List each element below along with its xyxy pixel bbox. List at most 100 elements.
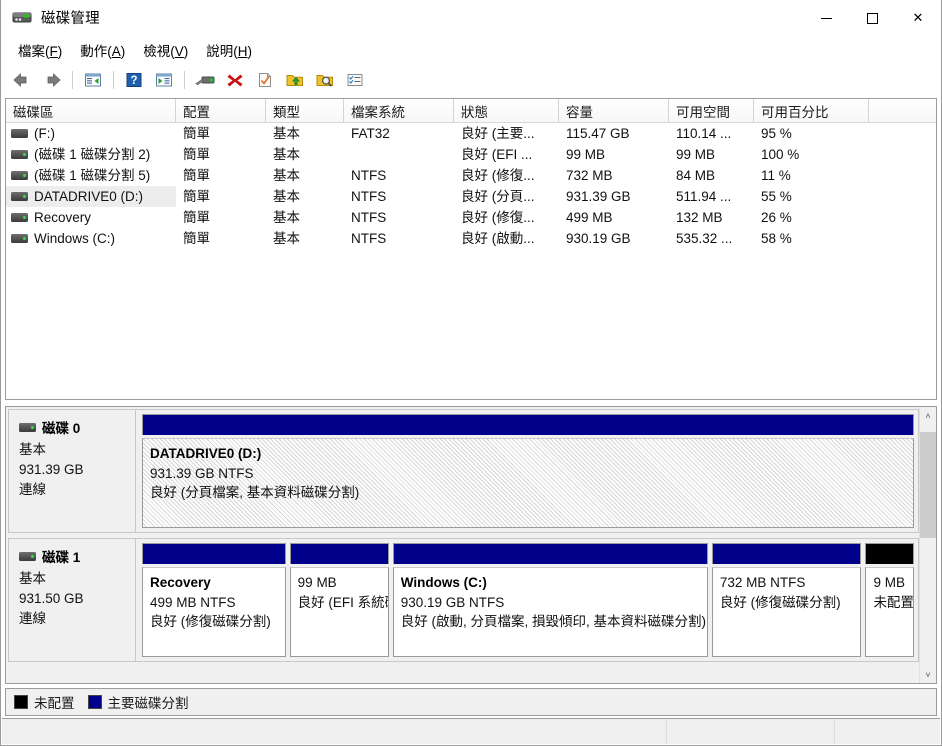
menu-item-file[interactable]: 檔案(F) [9,37,71,63]
cell-volume: Windows (C:) [6,228,176,249]
menu-item-action[interactable]: 動作(A) [71,37,134,63]
forward-button[interactable] [38,67,66,93]
cell-volume: Recovery [6,207,176,228]
delete-button[interactable] [221,67,249,93]
datadrive0-partition[interactable]: DATADRIVE0 (D:) 931.39 GB NTFS 良好 (分頁檔案, 基… [142,414,914,528]
check-button[interactable] [251,67,279,93]
close-button[interactable]: ✕ [895,0,941,36]
volume-icon [11,171,28,180]
disk-partitions-strip: Recovery 499 MB NTFS 良好 (修復磁碟分割) 99 MB 良好 (E… [136,538,919,662]
disk-management-icon [11,7,33,29]
cell-pctfree: 55 % [761,189,792,204]
partition-color-bar [289,543,389,564]
windows-partition[interactable]: Windows (C:) 930.19 GB NTFS 良好 (啟動, 分頁檔案, … [392,543,708,657]
graphical-view-pane: 磁碟 0 基本 931.39 GB 連線 DATADRIVE0 (D:) 931.39 G… [5,406,937,684]
menu-item-view[interactable]: 檢視(V) [134,37,197,63]
back-button[interactable] [8,67,36,93]
search-button[interactable] [311,67,339,93]
efi-partition[interactable]: 99 MB 良好 (EFI 系統磁碟分割) [289,543,389,657]
partition-title: Recovery [150,575,211,590]
column-header-blank[interactable] [869,99,936,122]
scroll-down-button[interactable]: ˅ [920,666,936,683]
table-row[interactable]: Recovery 簡單 基本 NTFS 良好 (修復... 499 MB 132 MB 26 … [6,207,936,228]
column-header-capacity[interactable]: 容量 [559,99,669,122]
scroll-up-button[interactable]: ˄ [920,407,936,424]
export-list-button[interactable] [281,67,309,93]
disk-block: 磁碟 1 基本 931.50 GB 連線 Recovery 499 MB NTFS 良好 (… [8,538,919,662]
cell-pctfree: 95 % [761,126,792,141]
properties-button[interactable] [191,67,219,93]
partition-status: 良好 (修復磁碟分割) [719,594,841,610]
cell-type: 基本 [273,168,300,183]
menu-item-help[interactable]: 說明(H) [197,37,261,63]
scrollbar-thumb[interactable] [920,432,936,538]
show-hide-action-pane-button[interactable] [150,67,178,93]
arrow-right-icon [47,72,61,87]
cell-fs: NTFS [351,168,387,183]
column-header-type[interactable]: 類型 [266,99,344,122]
cell-free: 132 MB [676,210,723,225]
disk-icon [19,422,36,432]
column-header-fs[interactable]: 檔案系統 [344,99,454,122]
partition-details: 9 MB 未配置 [865,567,914,657]
cell-type: 基本 [273,147,300,162]
partition-color-bar [142,543,286,564]
column-header-layout[interactable]: 配置 [176,99,266,122]
cell-layout: 簡單 [183,189,210,204]
cell-status: 良好 (啟動... [461,231,535,246]
show-hide-console-tree-button[interactable] [79,67,107,93]
column-header-free[interactable]: 可用空間 [669,99,754,122]
disk-size: 931.50 GB [19,591,84,606]
disk-name: 磁碟 0 [42,421,81,436]
toolbar-separator [113,70,114,89]
unallocated-partition[interactable]: 9 MB 未配置 [865,543,914,657]
task-list-button[interactable] [341,67,369,93]
cell-layout: 簡單 [183,231,210,246]
cell-volume: (磁碟 1 磁碟分割 5) [6,165,176,186]
disk-state: 連線 [19,482,46,497]
checklist-icon [347,73,363,86]
table-row[interactable]: (磁碟 1 磁碟分割 2) 簡單 基本 良好 (EFI ... 99 MB 99 MB 10… [6,144,936,165]
maximize-icon [866,12,878,24]
scrollbar-track[interactable] [920,424,936,666]
minimize-button[interactable] [803,0,849,36]
legend-label: 主要磁碟分割 [107,696,189,711]
help-button[interactable]: ? [120,67,148,93]
cell-type: 基本 [273,210,300,225]
legend-primary-partition: 主要磁碟分割 [87,692,189,712]
cell-volume: (磁碟 1 磁碟分割 2) [6,144,176,165]
column-header-pctfree[interactable]: 可用百分比 [754,99,869,122]
cell-layout: 簡單 [183,147,210,162]
cell-fs: NTFS [351,189,387,204]
volume-name: (F:) [34,126,55,141]
volume-name: (磁碟 1 磁碟分割 2) [34,147,151,162]
recovery2-partition[interactable]: 732 MB NTFS 良好 (修復磁碟分割) [711,543,862,657]
recovery-partition[interactable]: Recovery 499 MB NTFS 良好 (修復磁碟分割) [142,543,286,657]
disk-info-panel[interactable]: 磁碟 0 基本 931.39 GB 連線 [8,409,136,533]
table-row[interactable]: (F:) 簡單 基本 FAT32 良好 (主要... 115.47 GB 110.14 ..… [6,123,936,144]
column-header-status[interactable]: 狀態 [454,99,559,122]
title-bar[interactable]: 磁碟管理 ✕ [1,0,941,36]
partition-status: 良好 (EFI 系統磁碟分割) [297,594,388,610]
maximize-button[interactable] [849,0,895,36]
cell-status: 良好 (修復... [461,210,535,225]
disk-name-row: 磁碟 1 [19,546,135,566]
table-row[interactable]: (磁碟 1 磁碟分割 5) 簡單 基本 NTFS 良好 (修復... 732 MB 84 M… [6,165,936,186]
cell-fs: NTFS [351,210,387,225]
column-header-volume[interactable]: 磁碟區 [6,99,176,122]
partition-size: 499 MB NTFS [150,594,236,610]
cell-status: 良好 (EFI ... [461,147,533,162]
volume-name: DATADRIVE0 (D:) [34,189,144,204]
red-x-icon [227,74,243,86]
graphical-view-scrollbar[interactable]: ˄ ˅ [919,407,936,683]
disk-info-panel[interactable]: 磁碟 1 基本 931.50 GB 連線 [8,538,136,662]
table-row[interactable]: DATADRIVE0 (D:) 簡單 基本 NTFS 良好 (分頁... 931.39 G… [6,186,936,207]
cell-pctfree: 26 % [761,210,792,225]
volume-name: (磁碟 1 磁碟分割 5) [34,168,151,183]
table-row[interactable]: Windows (C:) 簡單 基本 NTFS 良好 (啟動... 930.19 GB 53… [6,228,936,249]
legend-swatch [14,695,28,709]
toolbar: ? [1,64,941,96]
volume-icon [11,234,28,243]
disk-partitions-strip: DATADRIVE0 (D:) 931.39 GB NTFS 良好 (分頁檔案, 基… [136,409,919,533]
partition-color-bar [392,543,708,564]
